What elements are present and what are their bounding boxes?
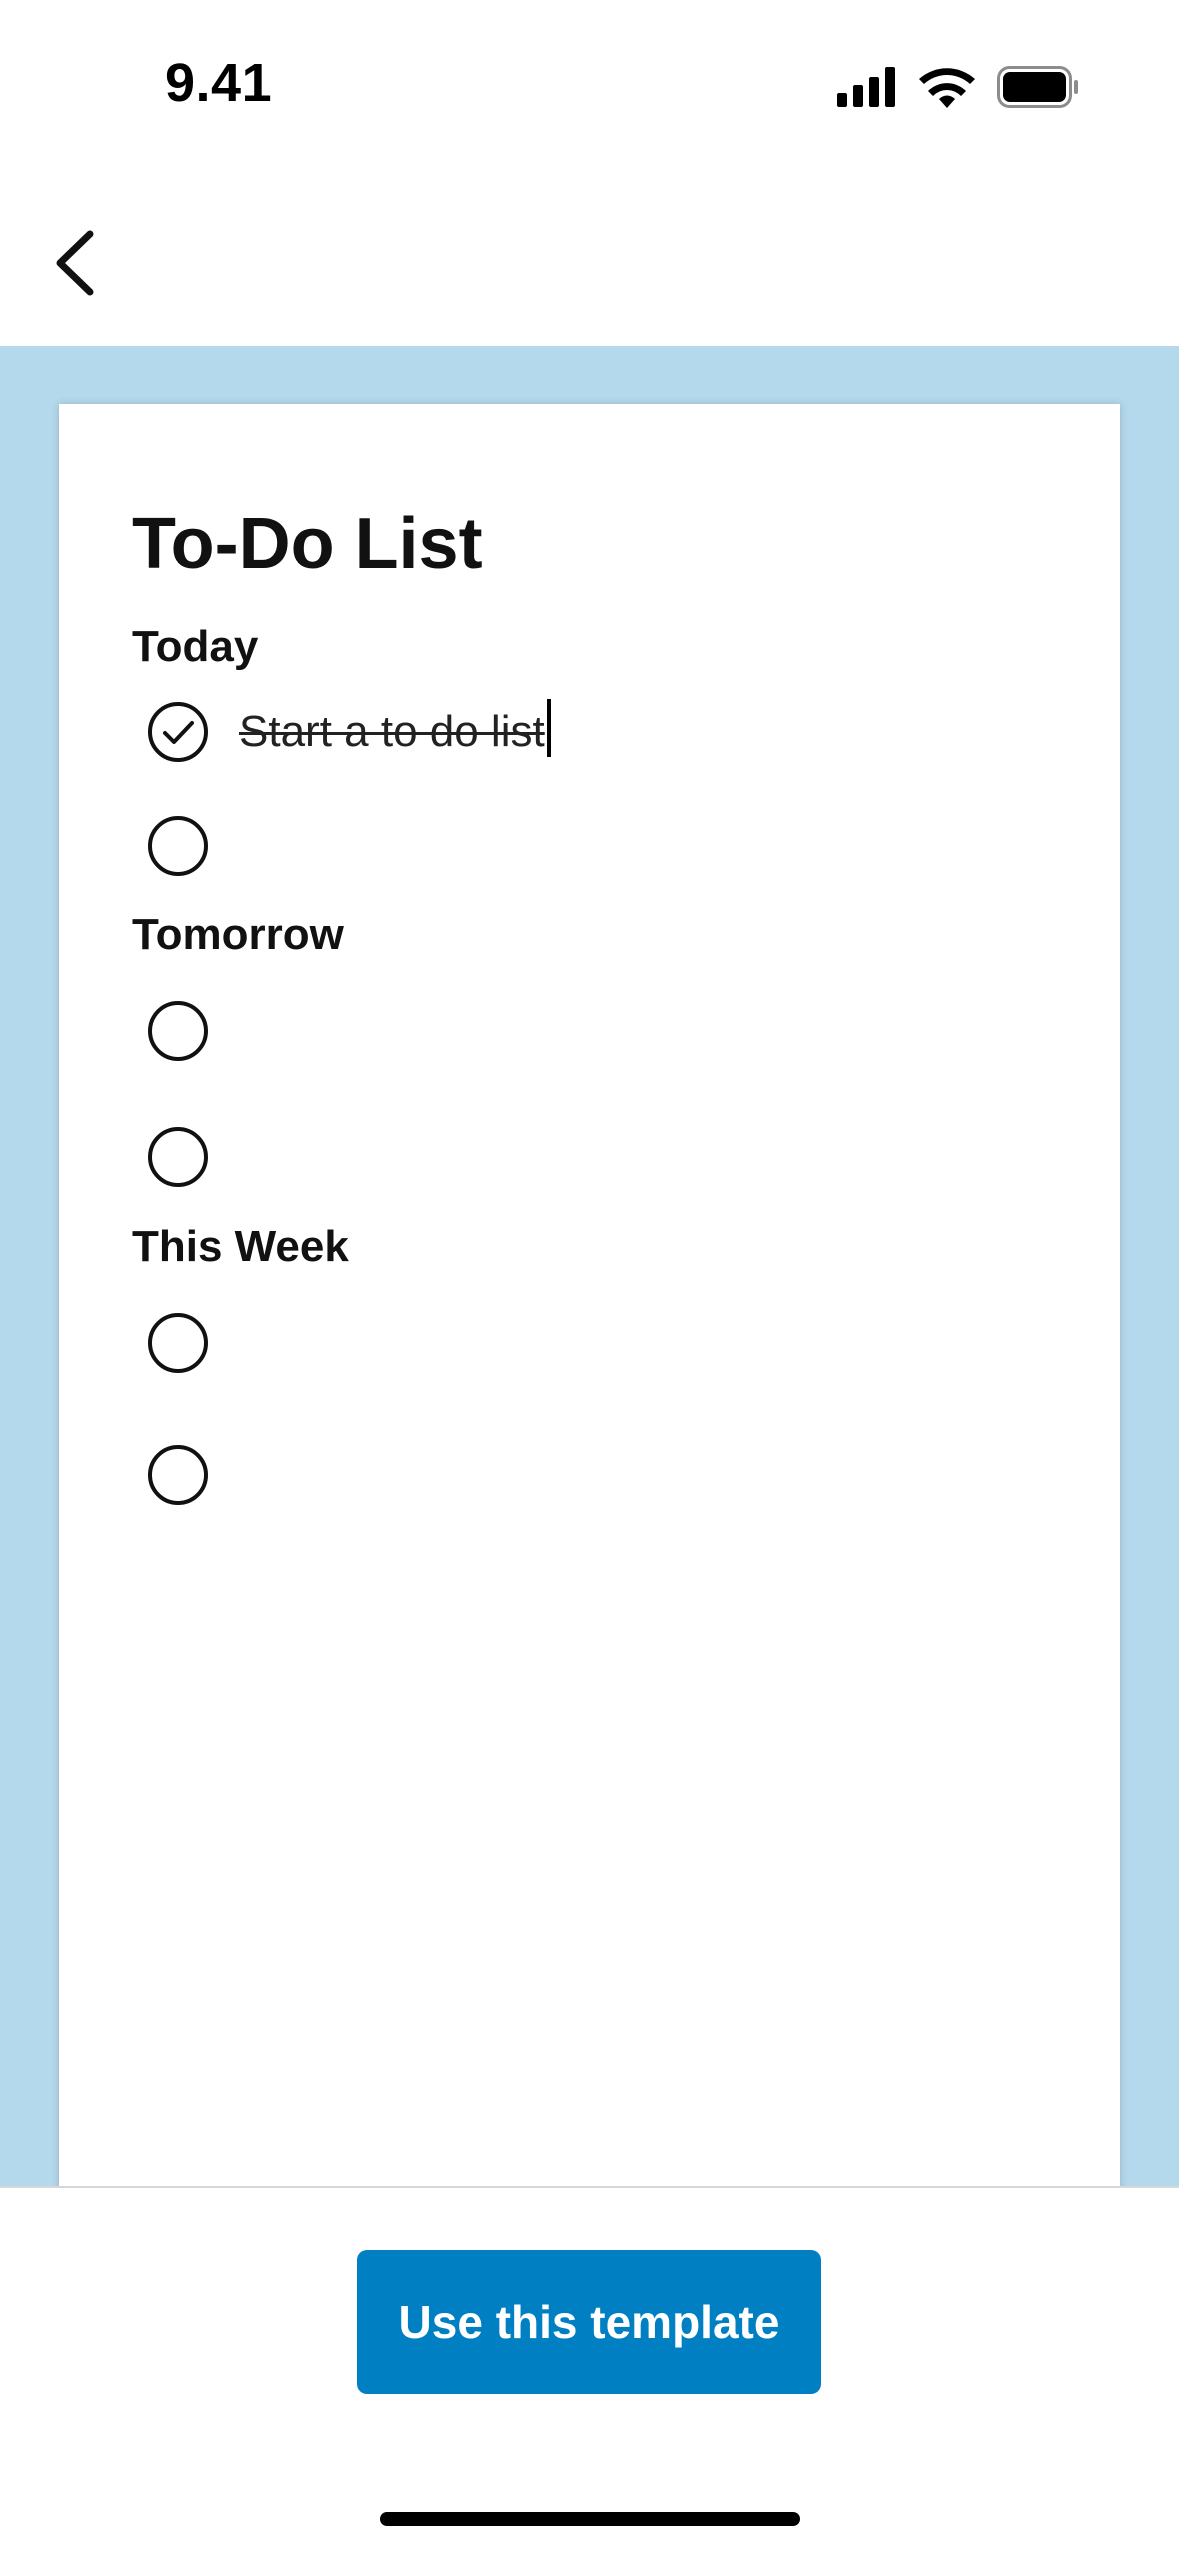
nav-bar [0,180,1179,346]
home-indicator[interactable] [380,2512,800,2526]
task-item[interactable] [132,1277,1060,1409]
status-icons [837,66,1079,113]
task-list [132,965,1060,1217]
bottom-action-bar: Use this template [0,2186,1179,2556]
circle-icon[interactable] [147,1000,209,1062]
text-cursor [546,699,551,757]
chevron-left-icon [50,228,100,303]
status-time: 9.41 [165,53,273,113]
wifi-icon [919,66,975,113]
task-item[interactable]: Start a to do list [132,677,1060,787]
screen: 9.41 To-Do List Today Start a to do list… [0,0,1179,2556]
back-button[interactable] [30,220,120,310]
task-item[interactable] [132,787,1060,905]
document-content: To-Do List Today Start a to do list Tomo… [132,499,1060,1541]
section-heading: Tomorrow [132,910,344,959]
task-text[interactable]: Start a to do list [239,707,545,757]
circle-icon[interactable] [147,815,209,877]
use-template-button[interactable]: Use this template [357,2250,821,2394]
section-tomorrow: Tomorrow [132,905,1060,1217]
task-item[interactable] [132,1097,1060,1217]
section-today: Today Start a to do list [132,617,1060,905]
circle-icon[interactable] [147,1312,209,1374]
section-heading: This Week [132,1222,349,1271]
section-this-week: This Week [132,1217,1060,1541]
task-list [132,1277,1060,1541]
circle-icon[interactable] [147,1126,209,1188]
task-list: Start a to do list [132,677,1060,905]
checked-circle-icon[interactable] [147,701,209,763]
status-bar: 9.41 [0,0,1179,180]
document-title: To-Do List [132,504,483,584]
task-item[interactable] [132,1409,1060,1541]
cellular-signal-icon [837,67,897,112]
battery-icon [997,66,1079,113]
template-preview: To-Do List Today Start a to do list Tomo… [0,346,1179,2186]
section-heading: Today [132,622,259,671]
task-item[interactable] [132,965,1060,1097]
circle-icon[interactable] [147,1444,209,1506]
document-page: To-Do List Today Start a to do list Tomo… [59,404,1120,2186]
